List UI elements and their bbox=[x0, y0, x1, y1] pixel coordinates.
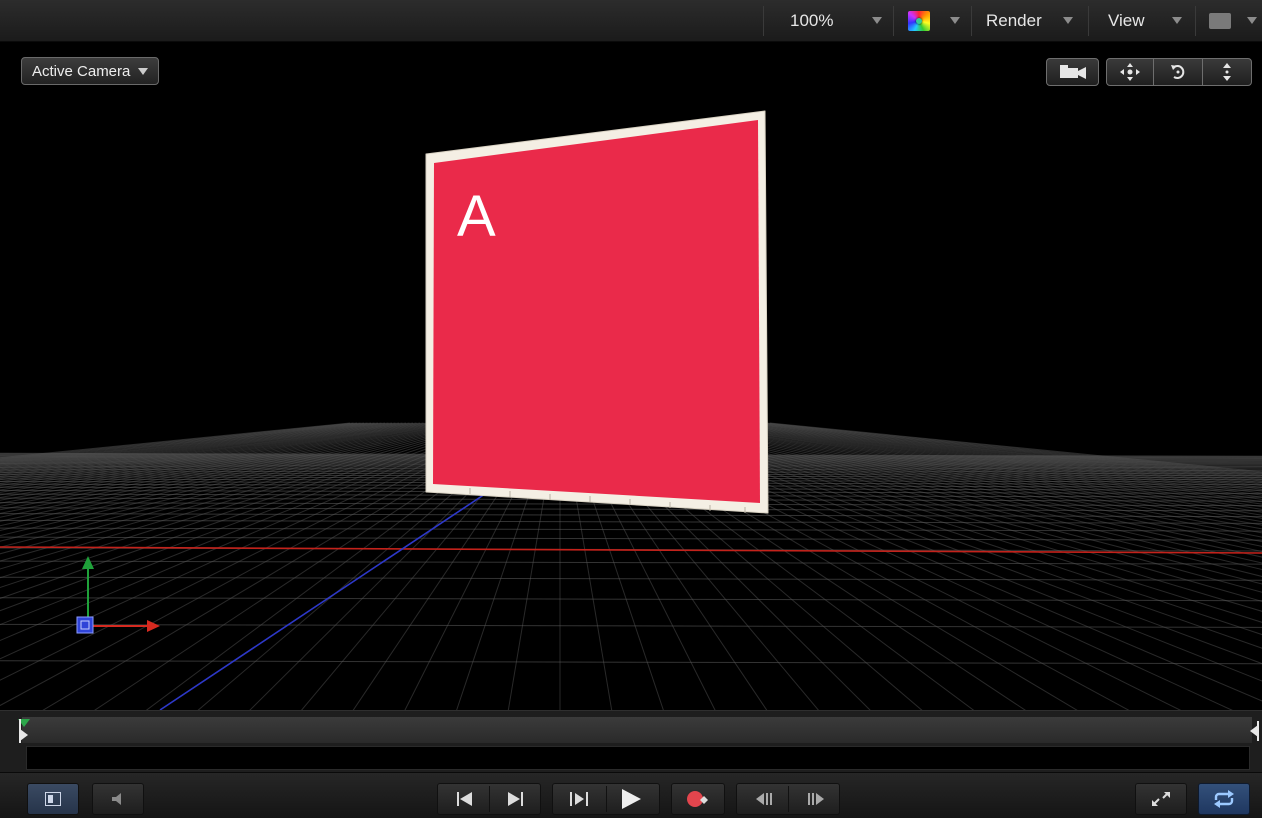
camera-icon bbox=[1059, 65, 1086, 79]
go-to-start-end-group bbox=[437, 783, 541, 815]
previous-frame-icon[interactable] bbox=[755, 792, 773, 806]
view-menu[interactable]: View bbox=[1108, 0, 1145, 42]
chevron-down-icon bbox=[138, 67, 149, 75]
next-frame-icon[interactable] bbox=[807, 792, 825, 806]
viewer-toolbar: 100% Render View bbox=[0, 0, 1262, 42]
go-to-end-icon[interactable] bbox=[506, 791, 524, 807]
record-button[interactable] bbox=[671, 783, 725, 815]
frame-step-group bbox=[736, 783, 840, 815]
loop-button[interactable] bbox=[1198, 783, 1250, 815]
grid-line bbox=[0, 597, 1262, 602]
fullscreen-icon bbox=[1152, 792, 1170, 806]
play-group bbox=[552, 783, 660, 815]
scene-canvas: A bbox=[0, 110, 1262, 710]
chevron-down-icon[interactable] bbox=[1247, 17, 1257, 24]
render-menu[interactable]: Render bbox=[986, 0, 1042, 42]
timeline-track[interactable] bbox=[26, 746, 1250, 770]
mini-timeline[interactable] bbox=[0, 710, 1262, 772]
grid-line bbox=[0, 623, 1262, 628]
zoom-level-label: 100% bbox=[790, 11, 834, 30]
show-hide-panel-button[interactable] bbox=[27, 783, 79, 815]
layer-card[interactable]: A bbox=[425, 110, 769, 514]
active-camera-label: Active Camera bbox=[32, 62, 131, 80]
record-icon bbox=[687, 791, 708, 807]
audio-icon bbox=[112, 793, 121, 805]
render-menu-label: Render bbox=[986, 11, 1042, 30]
view-menu-label: View bbox=[1108, 11, 1145, 30]
camera-button[interactable] bbox=[1046, 58, 1099, 86]
gizmo-y-arrow bbox=[82, 556, 94, 569]
layer-card-face bbox=[433, 120, 760, 503]
playhead-icon[interactable] bbox=[14, 717, 34, 745]
toolbar-divider bbox=[1195, 6, 1196, 36]
pan-icon bbox=[1120, 63, 1140, 81]
zoom-level-menu[interactable]: 100% bbox=[790, 0, 833, 42]
dolly-icon bbox=[1223, 63, 1231, 81]
gizmo-z-handle bbox=[76, 616, 94, 634]
orbit-icon bbox=[1171, 65, 1185, 79]
grid-line bbox=[0, 660, 1262, 665]
fullscreen-button[interactable] bbox=[1135, 783, 1187, 815]
toolbar-divider bbox=[1088, 6, 1089, 36]
grid-line bbox=[0, 576, 1262, 581]
timeline-ruler[interactable] bbox=[22, 717, 1252, 743]
dolly-button[interactable] bbox=[1202, 58, 1252, 86]
pan-button[interactable] bbox=[1106, 58, 1154, 86]
chevron-down-icon[interactable] bbox=[950, 17, 960, 24]
go-to-start-icon[interactable] bbox=[456, 791, 474, 807]
grid-line bbox=[0, 519, 1262, 524]
play-icon[interactable] bbox=[620, 788, 642, 810]
show-hide-panel-icon bbox=[45, 792, 61, 806]
out-point-icon[interactable] bbox=[1248, 719, 1260, 743]
chevron-down-icon[interactable] bbox=[872, 17, 882, 24]
color-channels-icon[interactable] bbox=[908, 11, 930, 31]
overlay-options-icon[interactable] bbox=[1209, 13, 1231, 29]
active-camera-menu[interactable]: Active Camera bbox=[21, 57, 160, 85]
layer-card-text: A bbox=[457, 184, 496, 249]
chevron-down-icon[interactable] bbox=[1063, 17, 1073, 24]
orbit-button[interactable] bbox=[1153, 58, 1203, 86]
toolbar-divider bbox=[971, 6, 972, 36]
toolbar-divider bbox=[763, 6, 764, 36]
transport-bar bbox=[0, 772, 1262, 818]
chevron-down-icon[interactable] bbox=[1172, 17, 1182, 24]
play-region-icon[interactable] bbox=[569, 791, 591, 807]
loop-icon bbox=[1214, 790, 1234, 808]
canvas-viewport[interactable]: A Active Camera bbox=[0, 43, 1262, 710]
toolbar-divider bbox=[893, 6, 894, 36]
audio-button[interactable] bbox=[92, 783, 144, 815]
